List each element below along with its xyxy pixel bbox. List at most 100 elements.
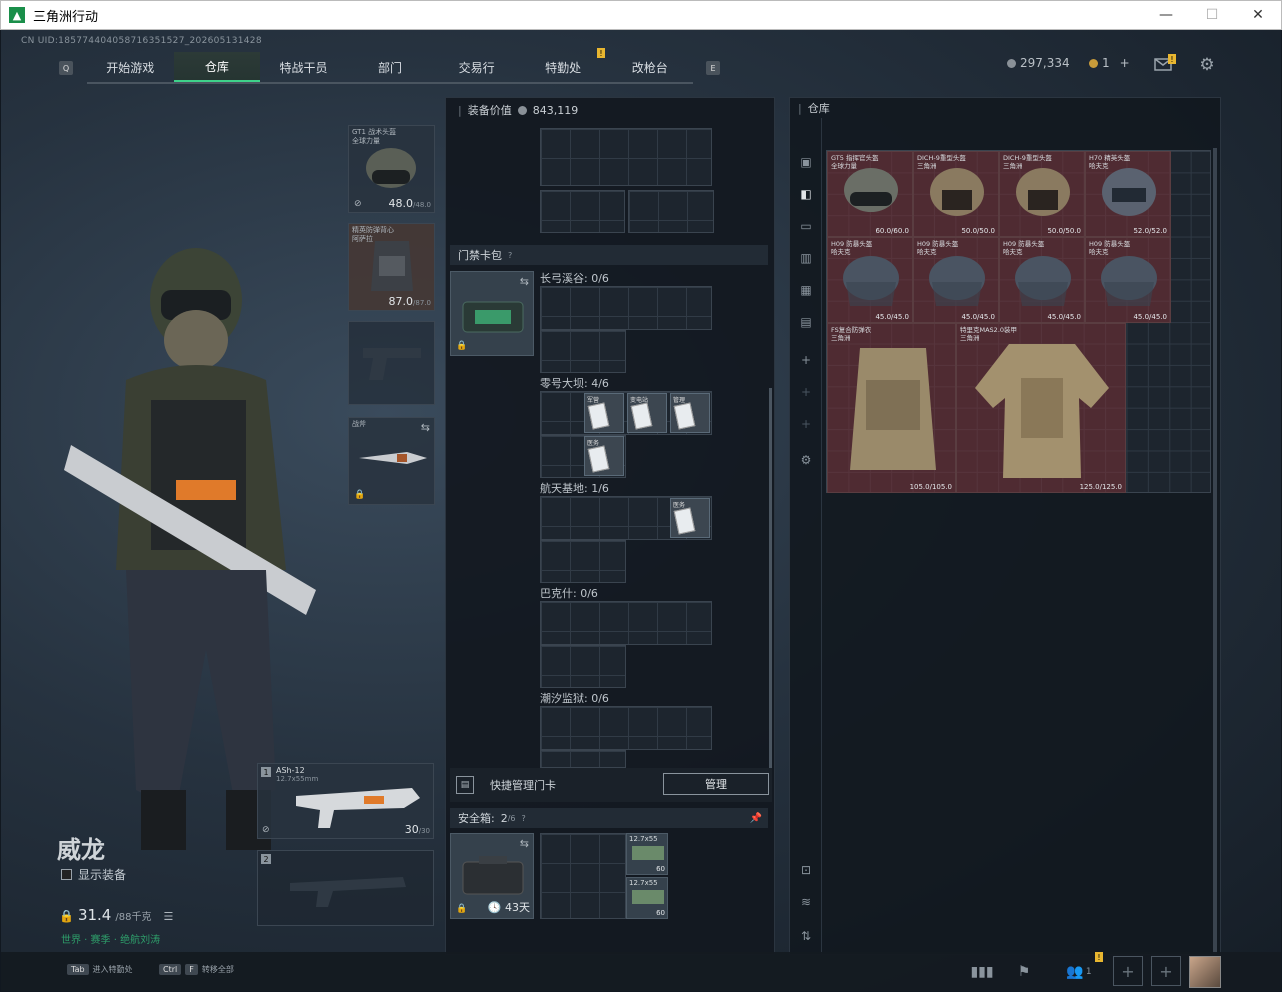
backpack-grid-right[interactable]	[628, 190, 714, 233]
helmet-slot[interactable]: GT1 战术头盔 全球力量 ⊘ 48.0/48.0	[348, 125, 435, 213]
nav-left-key[interactable]: Q	[59, 61, 73, 75]
stash-scrollbar[interactable]	[1213, 148, 1217, 954]
stash-add-3-icon[interactable]: +	[796, 414, 816, 434]
card-pack-scrollbar[interactable]	[769, 388, 772, 768]
card-pack-help-icon[interactable]: ?	[508, 251, 512, 260]
keycard-dam-3[interactable]: 管理	[670, 393, 710, 433]
stash-tab-weapons-icon[interactable]: ▭	[796, 216, 816, 236]
game-viewport: CN UID:185774404058716351527_20260513142…	[1, 30, 1281, 991]
card-pack-lock-icon: 🔒	[456, 341, 468, 351]
card-pack-image	[462, 301, 524, 333]
stash-layers-icon[interactable]: ≋	[796, 892, 816, 912]
settings-gear-icon[interactable]: ⚙	[1197, 55, 1217, 75]
area-grid-bakesh-top[interactable]	[540, 601, 712, 645]
stash-tab-misc-icon[interactable]: ▤	[796, 312, 816, 332]
nav-right-key[interactable]: E	[706, 61, 720, 75]
secondary-weapon-slot[interactable]: 2	[257, 850, 434, 926]
weight-list-icon[interactable]: ☰	[163, 910, 173, 923]
player-avatar[interactable]	[1189, 956, 1221, 988]
stash-grid[interactable]: GT5 指挥官头盔 全球力量 60.0/60.0 DICH-9重型头盔 三角洲 50…	[826, 150, 1211, 493]
show-equipment-checkbox[interactable]	[61, 869, 72, 880]
invite-slot-2-button[interactable]: +	[1151, 956, 1181, 986]
armor-slot[interactable]: 精英防弹背心 阿萨拉 87.0/87.0	[348, 223, 435, 311]
ticket-balance[interactable]: 1 +	[1089, 56, 1130, 70]
area-grid-longbow-top[interactable]	[540, 286, 712, 330]
stash-item-helmet-h09-4[interactable]: H09 防暴头盔 哈夫克 45.0/45.0	[1085, 237, 1171, 323]
ammo-box-image	[632, 846, 664, 860]
keycard-dam-4[interactable]: 医务	[584, 436, 624, 476]
stash-sidebar: ▣ ◧ ▭ ▥ ▦ ▤ + + + ⚙ ⊡ ≋ ⇅	[790, 118, 822, 956]
card-pack-slot[interactable]: ⇆ 🔒	[450, 271, 534, 356]
enter-special-ops-hint[interactable]: Tab 进入特勤处	[67, 964, 133, 975]
tab-warehouse[interactable]: 仓库	[173, 52, 261, 82]
stash-add-2-icon[interactable]: +	[796, 382, 816, 402]
app-logo-icon: ▲	[9, 7, 25, 23]
stash-settings-icon[interactable]: ⚙	[796, 450, 816, 470]
minimize-button[interactable]: —	[1143, 1, 1189, 29]
area-grid-prison-bottom[interactable]	[540, 750, 626, 768]
ammo-stack-2[interactable]: 12.7x55 60	[626, 877, 668, 919]
backpack-grid-left[interactable]	[540, 190, 625, 233]
stash-tab-all-icon[interactable]: ▣	[796, 152, 816, 172]
stash-item-helmet-h09-1[interactable]: H09 防暴头盔 哈夫克 45.0/45.0	[827, 237, 913, 323]
ammo-box-image	[632, 890, 664, 904]
flag-icon[interactable]: ⚑	[1009, 958, 1039, 986]
stash-item-helmet-h09-2[interactable]: H09 防暴头盔 哈夫克 45.0/45.0	[913, 237, 999, 323]
pistol-placeholder-icon	[363, 348, 421, 380]
primary-attach-icon: ⊘	[262, 825, 270, 835]
area-grid-prison-top[interactable]	[540, 706, 712, 750]
invite-slot-1-button[interactable]: +	[1113, 956, 1143, 986]
card-pack-swap-icon[interactable]: ⇆	[520, 275, 529, 288]
stash-sort-icon[interactable]: ⇅	[796, 926, 816, 946]
stash-item-helmet-dich9-2[interactable]: DICH-9重型头盔 三角洲 50.0/50.0	[999, 151, 1085, 237]
close-button[interactable]: ✕	[1235, 1, 1281, 29]
stash-tab-equipment-icon[interactable]: ◧	[796, 184, 816, 204]
tab-operators[interactable]: 特战干员	[260, 52, 347, 82]
safebox-help-icon[interactable]: ?	[522, 814, 526, 823]
helmet-image	[1016, 168, 1070, 216]
tab-department[interactable]: 部门	[347, 52, 434, 82]
primary-weapon-slot[interactable]: 1 ASh-12 12.7x55mm ⊘ 30/30	[257, 763, 434, 839]
value-coin-icon	[517, 105, 527, 115]
maximize-button[interactable]: ☐	[1189, 1, 1235, 29]
area-grid-bakesh-bottom[interactable]	[540, 645, 626, 688]
stats-icon[interactable]: ▮▮▮	[967, 958, 997, 986]
stash-deposit-icon[interactable]: ⊡	[796, 860, 816, 880]
area-grid-longbow-bottom[interactable]	[540, 330, 626, 373]
keycard-space-1[interactable]: 医务	[670, 498, 710, 538]
stash-item-armor-fs[interactable]: FS复合防弹衣 三角洲 105.0/105.0	[827, 323, 956, 493]
safebox-swap-icon[interactable]: ⇆	[520, 837, 529, 850]
friends-icon[interactable]: 👥 1	[1059, 958, 1099, 986]
tab-start-game[interactable]: 开始游戏	[87, 52, 174, 82]
pistol-slot[interactable]	[348, 321, 435, 405]
tab-trading[interactable]: 交易行	[433, 52, 520, 82]
stash-item-helmet-h09-3[interactable]: H09 防暴头盔 哈夫克 45.0/45.0	[999, 237, 1085, 323]
tab-gunsmith[interactable]: 改枪台	[606, 52, 693, 82]
ammo-stack-1[interactable]: 12.7x55 60	[626, 833, 668, 875]
stash-tab-ammo-icon[interactable]: ▥	[796, 248, 816, 268]
transfer-all-hint[interactable]: Ctrl F 转移全部	[159, 964, 234, 975]
backpack-grid-top[interactable]	[540, 128, 712, 186]
special-ops-badge: !	[597, 48, 605, 58]
keycard-icon	[673, 507, 696, 535]
show-equipment-toggle[interactable]: 显示装备	[61, 866, 126, 883]
keycard-dam-1[interactable]: 军营	[584, 393, 624, 433]
stash-add-icon[interactable]: +	[796, 350, 816, 370]
stash-item-helmet-gt5[interactable]: GT5 指挥官头盔 全球力量 60.0/60.0	[827, 151, 913, 237]
pin-icon[interactable]: 📌	[750, 813, 762, 824]
tab-special-ops[interactable]: 特勤处	[520, 52, 607, 82]
keycard-dam-2[interactable]: 变电站	[627, 393, 667, 433]
melee-swap-icon[interactable]: ⇆	[421, 421, 430, 434]
stash-header: | 仓库	[798, 101, 830, 116]
stash-item-armor-mas2[interactable]: 特里克MAS2.0装甲 三角洲 125.0/125.0	[956, 323, 1126, 493]
armor-image	[371, 241, 413, 291]
stash-item-helmet-dich9-1[interactable]: DICH-9重型头盔 三角洲 50.0/50.0	[913, 151, 999, 237]
melee-slot[interactable]: 战斧 ⇆ 🔒	[348, 417, 435, 505]
armor-image	[850, 348, 936, 470]
stash-tab-meds-icon[interactable]: ▦	[796, 280, 816, 300]
manage-button[interactable]: 管理	[663, 773, 769, 795]
safebox-grid[interactable]	[540, 833, 626, 919]
area-grid-space-bottom[interactable]	[540, 540, 626, 583]
safebox-slot[interactable]: ⇆ 🔒 🕓 43天	[450, 833, 534, 919]
stash-item-helmet-h70[interactable]: H70 精英头盔 哈夫克 52.0/52.0	[1085, 151, 1171, 237]
